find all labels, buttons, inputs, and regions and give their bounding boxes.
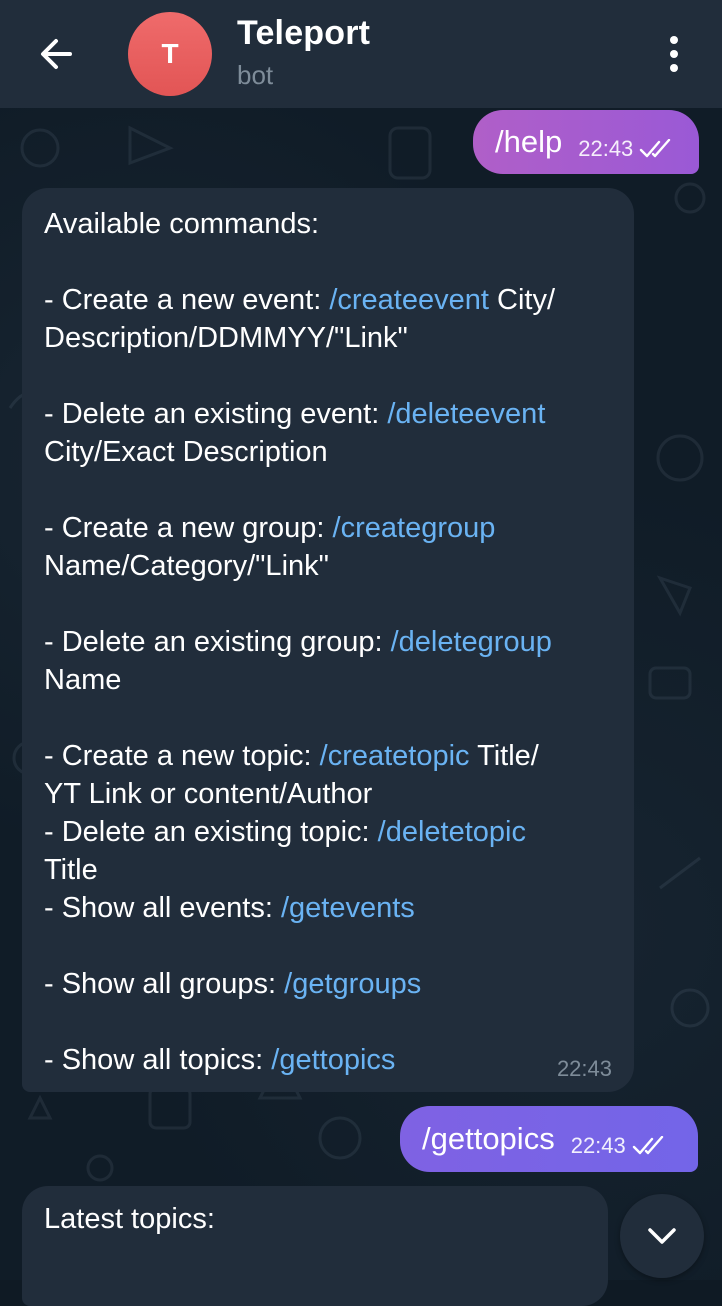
message-line: - Show all topics: /gettopics bbox=[44, 1041, 395, 1079]
message-meta: 22:43 bbox=[578, 136, 675, 162]
avatar-letter: T bbox=[161, 38, 179, 69]
double-check-icon bbox=[632, 1136, 663, 1155]
message-text-segment: Name/Category/"Link" bbox=[44, 550, 329, 582]
incoming-message-commands[interactable]: Available commands: - Create a new event:… bbox=[22, 188, 634, 1092]
message-line: - Show all events: /getevents bbox=[44, 889, 415, 927]
message-meta: 22:43 bbox=[571, 1133, 668, 1159]
command-link[interactable]: /createevent bbox=[329, 284, 489, 316]
message-text-segment: Title bbox=[44, 854, 98, 886]
message-text-segment: - Delete an existing event: bbox=[44, 398, 388, 430]
message-text-segment: Available commands: bbox=[44, 208, 320, 240]
chat-subtitle: bot bbox=[237, 60, 274, 90]
more-vertical-icon bbox=[670, 36, 678, 44]
command-link[interactable]: /createtopic bbox=[320, 740, 470, 772]
message-text-segment: - Show all groups: bbox=[44, 968, 285, 1000]
message-text-segment: YT Link or content/Author bbox=[44, 778, 373, 810]
message-line: - Create a new topic: /createtopic Title… bbox=[44, 737, 539, 775]
message-line: - Delete an existing group: /deletegroup bbox=[44, 623, 552, 661]
message-text-segment: - Show all topics: bbox=[44, 1044, 272, 1076]
message-line: - Delete an existing event: /deleteevent bbox=[44, 395, 545, 433]
message-text-segment: Description/DDMMYY/"Link" bbox=[44, 322, 408, 354]
message-text: /gettopics bbox=[422, 1121, 555, 1156]
command-link[interactable]: /getevents bbox=[281, 892, 415, 924]
command-link[interactable]: /deleteevent bbox=[387, 398, 545, 430]
message-text: Latest topics: bbox=[44, 1203, 215, 1235]
scroll-down-button[interactable] bbox=[620, 1194, 704, 1278]
message-text-segment: - Show all events: bbox=[44, 892, 281, 924]
double-check-icon bbox=[640, 139, 671, 158]
more-vertical-icon-dot bbox=[670, 50, 678, 58]
message-line: Name/Category/"Link" bbox=[44, 547, 329, 585]
message-line: - Show all groups: /getgroups bbox=[44, 965, 421, 1003]
more-vertical-icon-dot bbox=[670, 64, 678, 72]
outgoing-message-help[interactable]: /help 22:43 bbox=[473, 110, 699, 174]
message-line: - Create a new group: /creategroup bbox=[44, 509, 495, 547]
message-line: Title bbox=[44, 851, 98, 889]
message-text-segment: Name bbox=[44, 664, 122, 696]
message-time: 22:43 bbox=[570, 1133, 626, 1158]
message-line: - Delete an existing topic: /deletetopic bbox=[44, 813, 526, 851]
message-text-segment: Title/ bbox=[469, 740, 539, 772]
command-link[interactable]: /getgroups bbox=[284, 968, 421, 1000]
incoming-message-latest-topics[interactable]: Latest topics: bbox=[22, 1186, 608, 1306]
chevron-down-icon bbox=[648, 1228, 676, 1244]
command-link[interactable]: /deletetopic bbox=[378, 816, 526, 848]
message-text-segment: City/ bbox=[488, 284, 555, 316]
command-link[interactable]: /gettopics bbox=[271, 1044, 395, 1076]
message-line: City/Exact Description bbox=[44, 433, 328, 471]
message-line: - Create a new event: /createevent City/ bbox=[44, 281, 555, 319]
message-text-segment: - Create a new event: bbox=[44, 284, 330, 316]
message-line: Available commands: bbox=[44, 205, 319, 243]
message-line: Name bbox=[44, 661, 121, 699]
message-text: /help bbox=[495, 124, 563, 159]
arrow-left-icon bbox=[41, 39, 72, 69]
command-link[interactable]: /creategroup bbox=[333, 512, 496, 544]
back-button[interactable] bbox=[28, 28, 84, 80]
command-link[interactable]: /deletegroup bbox=[391, 626, 552, 658]
message-line: Description/DDMMYY/"Link" bbox=[44, 319, 408, 357]
avatar[interactable]: T bbox=[128, 12, 212, 96]
message-text-segment: - Delete an existing topic: bbox=[44, 816, 378, 848]
message-text-segment: - Create a new group: bbox=[44, 512, 333, 544]
message-time: 22:43 bbox=[578, 136, 634, 161]
message-text-segment: - Delete an existing group: bbox=[44, 626, 391, 658]
message-time: 22:43 bbox=[556, 1056, 612, 1081]
message-text-segment: - Create a new topic: bbox=[44, 740, 320, 772]
outgoing-message-gettopics[interactable]: /gettopics 22:43 bbox=[400, 1106, 698, 1172]
message-text-segment: City/Exact Description bbox=[44, 436, 328, 468]
chat-header: T Teleport bot bbox=[0, 0, 722, 108]
message-line: YT Link or content/Author bbox=[44, 775, 372, 813]
chat-title[interactable]: Teleport bbox=[237, 14, 370, 53]
more-options-button[interactable] bbox=[654, 28, 694, 80]
